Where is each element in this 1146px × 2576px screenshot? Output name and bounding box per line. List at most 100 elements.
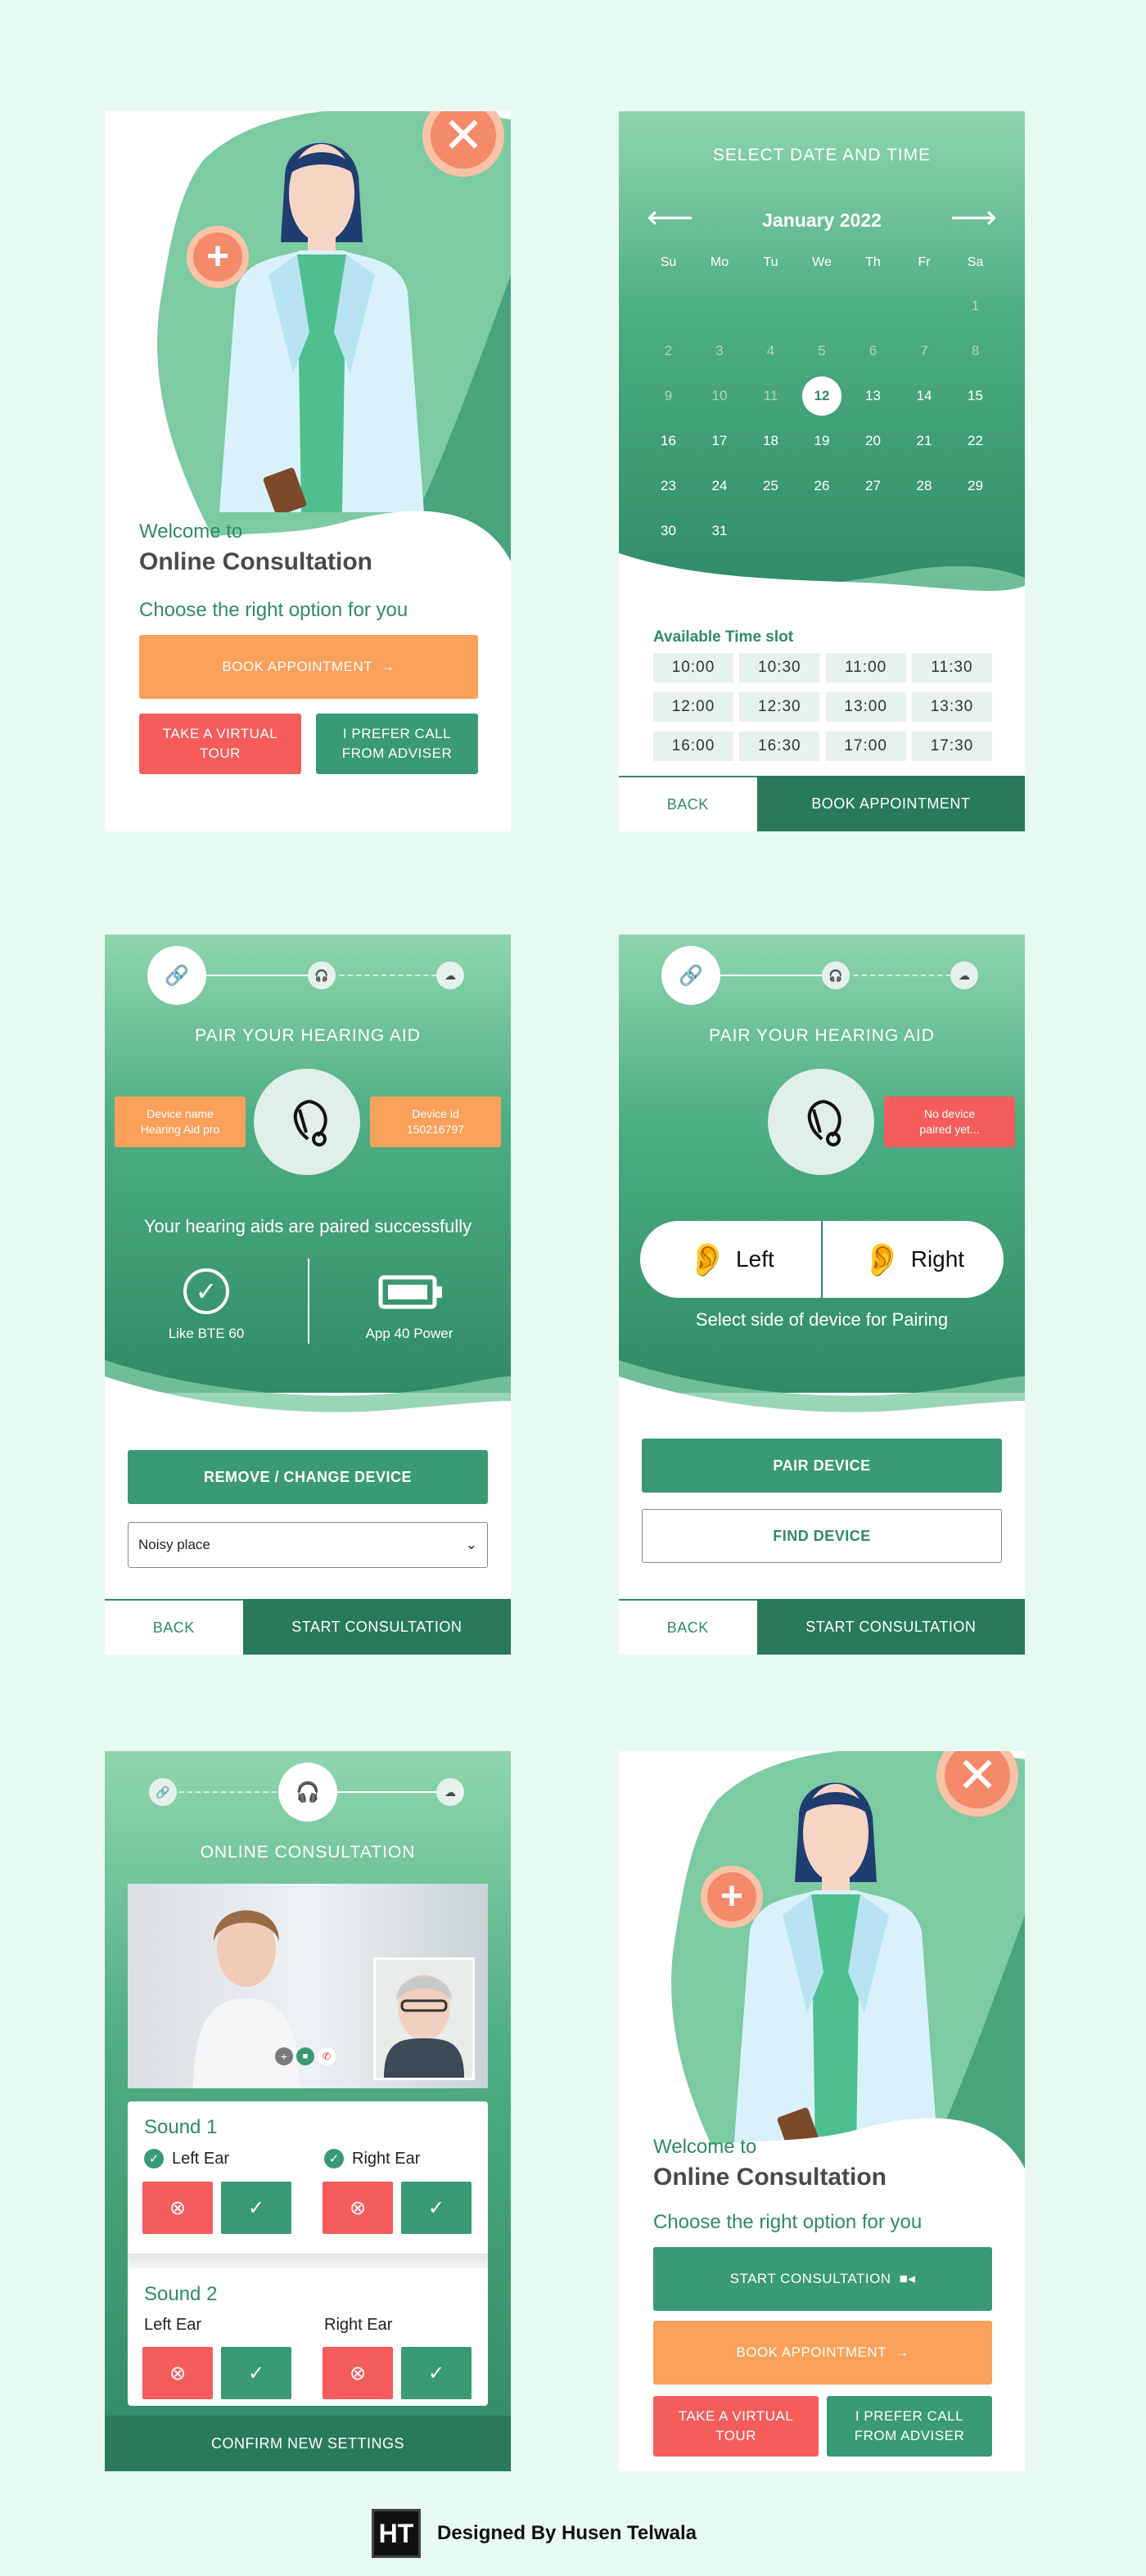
calendar-day[interactable]: 12: [797, 376, 847, 416]
book-appointment-button[interactable]: BOOK APPOINTMENT →: [653, 2321, 992, 2385]
accept-left-button[interactable]: ✓: [221, 2347, 291, 2399]
calendar-day[interactable]: 31: [695, 523, 745, 539]
calendar-day[interactable]: 24: [695, 478, 745, 494]
calendar-day[interactable]: 4: [746, 343, 796, 359]
calendar-day[interactable]: 11: [746, 388, 796, 404]
calendar-day[interactable]: 5: [797, 343, 847, 359]
confirm-settings-button[interactable]: CONFIRM NEW SETTINGS: [105, 2416, 511, 2471]
find-device-button[interactable]: FIND DEVICE: [642, 1509, 1002, 1563]
selected-day[interactable]: 12: [802, 376, 841, 416]
right-ear-label: Right Ear: [324, 2316, 393, 2334]
reject-right-button[interactable]: ⊗: [323, 2347, 393, 2399]
calendar-day[interactable]: 18: [746, 433, 796, 449]
end-call-icon[interactable]: ✆: [318, 2047, 336, 2065]
calendar-day[interactable]: 22: [950, 433, 1000, 449]
start-consultation-button[interactable]: START CONSULTATION: [242, 1599, 511, 1655]
next-month-icon[interactable]: ⟶: [950, 201, 997, 234]
virtual-tour-button[interactable]: TAKE A VIRTUAL TOUR: [653, 2396, 819, 2457]
call-adviser-button[interactable]: I PREFER CALL FROM ADVISER: [316, 714, 478, 774]
left-side-button[interactable]: 👂 Left: [640, 1221, 823, 1298]
calendar-day[interactable]: 20: [848, 433, 898, 449]
sound-1-title: Sound 1: [144, 2116, 218, 2138]
step-link[interactable]: 🔗: [149, 1778, 177, 1806]
calendar-day[interactable]: 27: [848, 478, 898, 494]
time-slot[interactable]: 17:00: [825, 732, 906, 761]
time-slot[interactable]: 13:30: [911, 692, 992, 722]
time-slot[interactable]: 13:00: [825, 692, 906, 722]
calendar-day[interactable]: 7: [900, 343, 950, 359]
calendar-day[interactable]: 10: [695, 388, 745, 404]
step-headphones-active[interactable]: 🎧: [278, 1763, 337, 1822]
calendar-title: SELECT DATE AND TIME: [712, 146, 932, 164]
calendar-day[interactable]: 2: [643, 343, 693, 359]
pair-title: PAIR YOUR HEARING AID: [195, 1026, 421, 1045]
calendar-day[interactable]: 13: [848, 388, 898, 404]
time-slot[interactable]: 16:00: [653, 732, 733, 761]
calendar-day[interactable]: 8: [950, 343, 1000, 359]
step-cloud[interactable]: ☁: [436, 1778, 464, 1806]
device-name-tag: Device name Hearing Aid pro: [115, 1097, 246, 1147]
time-slot[interactable]: 12:00: [653, 692, 733, 722]
cloud-icon: ☁: [444, 1785, 456, 1799]
step-headphones[interactable]: 🎧: [822, 961, 850, 989]
step-link-active[interactable]: 🔗: [661, 946, 720, 1005]
virtual-tour-button[interactable]: TAKE A VIRTUAL TOUR: [139, 714, 301, 774]
start-consultation-button[interactable]: START CONSULTATION ■◂: [653, 2247, 992, 2311]
calendar-day[interactable]: 1: [950, 298, 1000, 314]
calendar-day[interactable]: 6: [848, 343, 898, 359]
start-consultation-button[interactable]: START CONSULTATION: [756, 1599, 1025, 1655]
accept-right-button[interactable]: ✓: [401, 2347, 471, 2399]
calendar-day[interactable]: 21: [900, 433, 950, 449]
step-link-active[interactable]: 🔗: [147, 946, 206, 1005]
accept-left-button[interactable]: ✓: [221, 2182, 291, 2234]
calendar-day[interactable]: 29: [950, 478, 1000, 494]
time-slot[interactable]: 11:30: [911, 653, 992, 682]
book-appointment-button[interactable]: BOOK APPOINTMENT: [756, 776, 1025, 831]
add-icon[interactable]: +: [275, 2047, 293, 2065]
calendar-day[interactable]: 3: [695, 343, 745, 359]
step-cloud[interactable]: ☁: [436, 961, 464, 989]
close-circle-icon: ⊗: [349, 2196, 367, 2219]
device-id-tag: Device id 150216797: [370, 1097, 501, 1147]
calendar-day[interactable]: 28: [900, 478, 950, 494]
calendar-day[interactable]: 16: [643, 433, 693, 449]
step-headphones[interactable]: 🎧: [308, 961, 336, 989]
calendar-day[interactable]: 23: [643, 478, 693, 494]
pair-success-screen: 🔗 🎧 ☁ PAIR YOUR HEARING AID Device name H…: [105, 934, 511, 1655]
back-button[interactable]: BACK: [105, 1599, 243, 1655]
time-slot[interactable]: 10:00: [653, 653, 733, 682]
accept-right-button[interactable]: ✓: [401, 2182, 471, 2234]
reject-left-button[interactable]: ⊗: [142, 2347, 213, 2399]
book-appointment-button[interactable]: BOOK APPOINTMENT →: [139, 635, 478, 699]
calendar-day[interactable]: 17: [695, 433, 745, 449]
separator: [128, 2254, 488, 2268]
right-side-button[interactable]: 👂 Right: [823, 1221, 1004, 1298]
calendar-day[interactable]: 25: [746, 478, 796, 494]
calendar-day[interactable]: 15: [950, 388, 1000, 404]
calendar-day[interactable]: 30: [643, 523, 693, 539]
video-icon[interactable]: ■: [296, 2047, 314, 2065]
time-slot[interactable]: 10:30: [739, 653, 820, 682]
pair-device-button[interactable]: PAIR DEVICE: [642, 1439, 1002, 1493]
back-button[interactable]: BACK: [619, 1599, 757, 1655]
pair-footer: BACK START CONSULTATION: [105, 1599, 511, 1655]
calendar-day[interactable]: 19: [797, 433, 847, 449]
side-selector: 👂 Left 👂 Right: [640, 1221, 1004, 1298]
remove-change-device-button[interactable]: REMOVE / CHANGE DEVICE: [128, 1450, 488, 1504]
calendar-day[interactable]: 9: [643, 388, 693, 404]
time-slot[interactable]: 11:00: [825, 653, 906, 682]
reject-left-button[interactable]: ⊗: [142, 2182, 213, 2234]
time-slot[interactable]: 17:30: [911, 732, 992, 761]
time-slot[interactable]: 12:30: [739, 692, 820, 722]
time-slot[interactable]: 16:30: [739, 732, 820, 761]
step-cloud[interactable]: ☁: [950, 961, 978, 989]
calendar-day[interactable]: 14: [900, 388, 950, 404]
reject-right-button[interactable]: ⊗: [323, 2182, 393, 2234]
call-adviser-button[interactable]: I PREFER CALL FROM ADVISER: [827, 2396, 992, 2457]
patient-video: [373, 1957, 475, 2080]
back-button[interactable]: BACK: [619, 776, 757, 831]
environment-select[interactable]: Noisy place ⌄: [128, 1522, 488, 1568]
calendar-day[interactable]: 26: [797, 478, 847, 494]
calendar-footer: BACK BOOK APPOINTMENT: [619, 776, 1025, 831]
welcome-text: Welcome to: [653, 2136, 757, 2158]
